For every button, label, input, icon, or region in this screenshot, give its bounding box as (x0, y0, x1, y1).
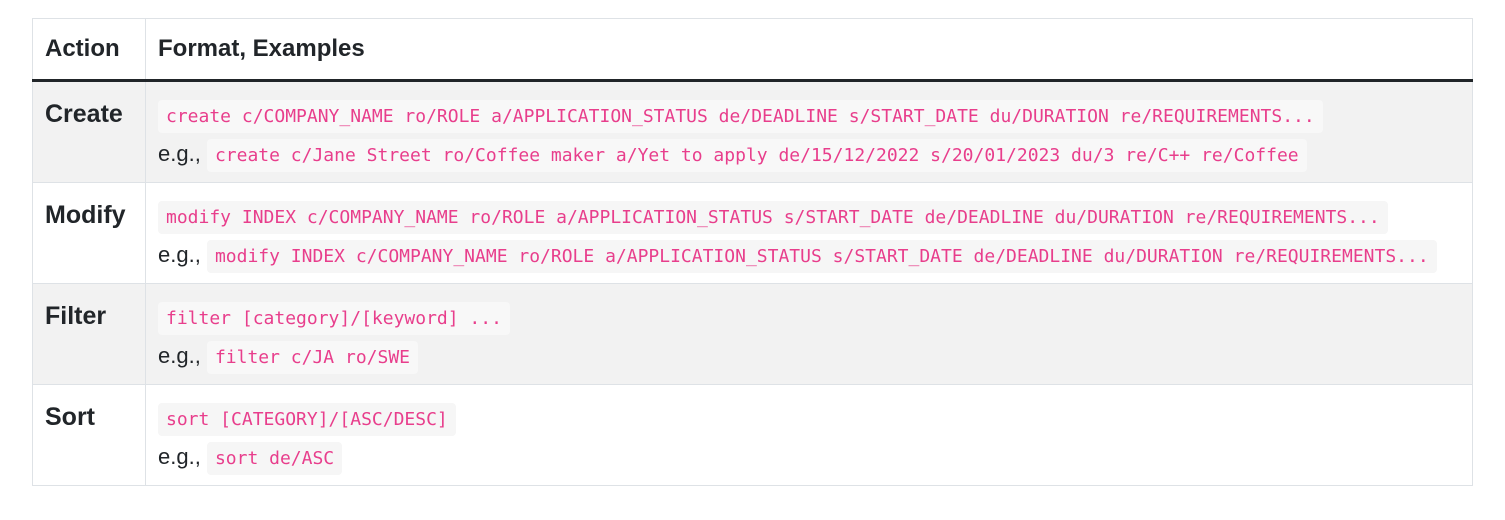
example-code: sort de/ASC (206, 442, 343, 475)
action-cell-sort: Sort (32, 384, 146, 486)
table-row: Filter filter [category]/[keyword] ... e… (32, 283, 1473, 385)
column-header-action: Action (32, 18, 146, 82)
command-summary-table-container: Action Format, Examples Create create c/… (32, 18, 1473, 486)
format-cell-sort: sort [CATEGORY]/[ASC/DESC] e.g., sort de… (145, 384, 1473, 486)
format-cell-modify: modify INDEX c/COMPANY_NAME ro/ROLE a/AP… (145, 182, 1473, 284)
command-summary-table: Action Format, Examples Create create c/… (32, 18, 1473, 486)
example-code: modify INDEX c/COMPANY_NAME ro/ROLE a/AP… (206, 240, 1437, 273)
table-row: Create create c/COMPANY_NAME ro/ROLE a/A… (32, 80, 1473, 183)
action-cell-create: Create (32, 80, 146, 183)
format-code: filter [category]/[keyword] ... (158, 302, 510, 335)
example-code: filter c/JA ro/SWE (206, 341, 419, 374)
format-cell-filter: filter [category]/[keyword] ... e.g., fi… (145, 283, 1473, 385)
action-cell-filter: Filter (32, 283, 146, 385)
format-cell-create: create c/COMPANY_NAME ro/ROLE a/APPLICAT… (145, 80, 1473, 183)
example-label: e.g., (158, 343, 201, 368)
example-label: e.g., (158, 141, 201, 166)
table-row: Sort sort [CATEGORY]/[ASC/DESC] e.g., so… (32, 384, 1473, 486)
example-label: e.g., (158, 242, 201, 267)
column-header-format: Format, Examples (145, 18, 1473, 82)
action-cell-modify: Modify (32, 182, 146, 284)
format-code: create c/COMPANY_NAME ro/ROLE a/APPLICAT… (158, 100, 1323, 133)
format-code: sort [CATEGORY]/[ASC/DESC] (158, 403, 456, 436)
table-header-row: Action Format, Examples (32, 18, 1473, 82)
table-row: Modify modify INDEX c/COMPANY_NAME ro/RO… (32, 182, 1473, 284)
example-code: create c/Jane Street ro/Coffee maker a/Y… (206, 139, 1307, 172)
format-code: modify INDEX c/COMPANY_NAME ro/ROLE a/AP… (158, 201, 1388, 234)
example-label: e.g., (158, 444, 201, 469)
